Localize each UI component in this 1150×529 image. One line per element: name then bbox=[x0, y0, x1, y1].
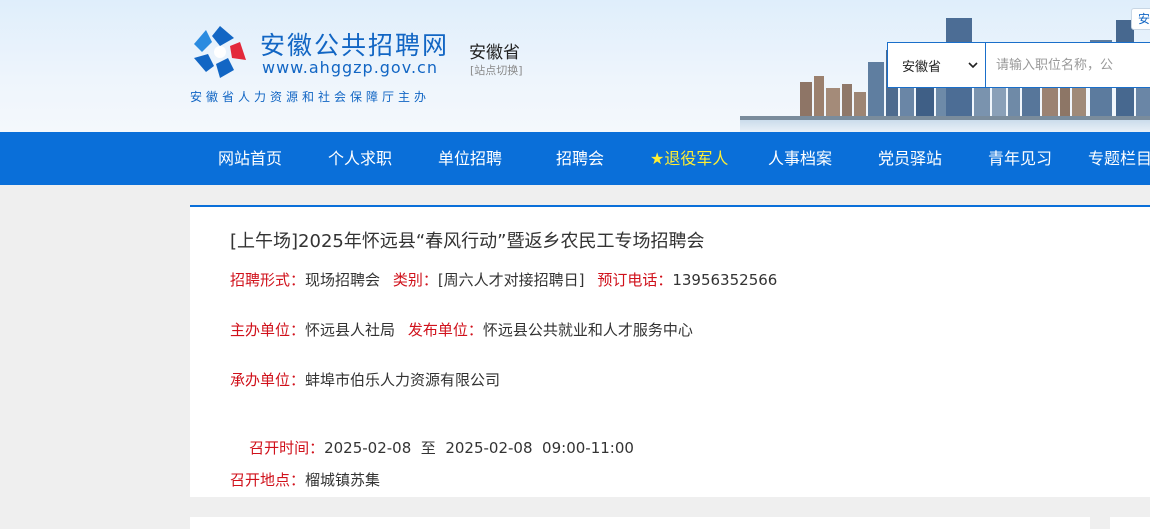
publisher-value: 怀远县公共就业和人才服务中心 bbox=[482, 321, 693, 339]
fair-info-row-place: 召开地点：榴城镇苏集 bbox=[230, 469, 380, 490]
nav-item-youth-internship[interactable]: 青年见习 bbox=[988, 132, 1052, 185]
chevron-down-icon bbox=[968, 62, 978, 69]
host-label: 主办单位： bbox=[230, 321, 306, 339]
site-url: www.ahggzp.gov.cn bbox=[262, 58, 438, 77]
province-select[interactable]: 安徽省 bbox=[888, 43, 986, 87]
organizer-label: 承办单位： bbox=[230, 371, 306, 389]
publisher-label: 发布单位： bbox=[407, 321, 483, 339]
host-value: 怀远县人社局 bbox=[305, 321, 396, 339]
nav-item-veterans[interactable]: ★退役军人 bbox=[650, 132, 728, 185]
nav-item-personnel-files[interactable]: 人事档案 bbox=[768, 132, 832, 185]
nav-item-home[interactable]: 网站首页 bbox=[218, 132, 282, 185]
place-value: 榴城镇苏集 bbox=[305, 471, 381, 489]
form-label: 招聘形式： bbox=[230, 271, 306, 289]
time-label: 召开时间： bbox=[249, 439, 325, 457]
category-value: [周六人才对接招聘日] bbox=[437, 271, 585, 289]
nav-item-party-station[interactable]: 党员驿站 bbox=[878, 132, 942, 185]
site-logo-icon[interactable] bbox=[190, 24, 250, 80]
site-subtitle: 安徽省人力资源和社会保障厅主办 bbox=[190, 90, 431, 104]
time-value: 2025-02-08 至 2025-02-08 09:00-11:00 bbox=[324, 439, 634, 457]
current-province: 安徽省 bbox=[469, 43, 520, 63]
nav-item-job-fairs[interactable]: 招聘会 bbox=[556, 132, 604, 185]
job-search-bar: 安徽省 bbox=[887, 42, 1150, 88]
side-section-card bbox=[1110, 517, 1150, 529]
next-section-card bbox=[190, 517, 1090, 529]
place-label: 召开地点： bbox=[230, 471, 306, 489]
nav-item-employer-recruiting[interactable]: 单位招聘 bbox=[438, 132, 502, 185]
fair-info-row-time: 召开时间：2025-02-08 至 2025-02-08 09:00-11:00 bbox=[230, 419, 634, 476]
category-label: 类别： bbox=[392, 271, 438, 289]
phone-label: 预订电话： bbox=[597, 271, 673, 289]
phone-value: 13956352566 bbox=[672, 271, 778, 289]
organizer-value: 蚌埠市伯乐人力资源有限公司 bbox=[305, 371, 501, 389]
nav-item-job-seeking[interactable]: 个人求职 bbox=[328, 132, 392, 185]
site-title[interactable]: 安徽公共招聘网 bbox=[260, 26, 449, 62]
job-fair-title: [上午场]2025年怀远县“春风行动”暨返乡农民工专场招聘会 bbox=[230, 231, 705, 252]
corner-badge[interactable]: 安 bbox=[1131, 8, 1150, 30]
nav-item-special-topics[interactable]: 专题栏目 bbox=[1088, 132, 1150, 185]
form-value: 现场招聘会 bbox=[305, 271, 381, 289]
job-search-input[interactable] bbox=[986, 43, 1150, 87]
main-nav: 网站首页 个人求职 单位招聘 招聘会 ★退役军人 人事档案 党员驿站 青年见习 … bbox=[0, 132, 1150, 185]
fair-info-row-host: 主办单位：怀远县人社局 发布单位：怀远县公共就业和人才服务中心 bbox=[230, 319, 693, 340]
switch-station-link[interactable]: [站点切换] bbox=[470, 62, 523, 78]
job-fair-detail-card: [上午场]2025年怀远县“春风行动”暨返乡农民工专场招聘会 招聘形式：现场招聘… bbox=[190, 205, 1150, 497]
fair-info-row-organizer: 承办单位：蚌埠市伯乐人力资源有限公司 bbox=[230, 369, 500, 390]
fair-info-row-form: 招聘形式：现场招聘会 类别：[周六人才对接招聘日] 预订电话：139563525… bbox=[230, 269, 777, 290]
site-header: 安徽公共招聘网 www.ahggzp.gov.cn 安徽省人力资源和社会保障厅主… bbox=[0, 0, 1150, 132]
province-select-value: 安徽省 bbox=[902, 59, 942, 75]
